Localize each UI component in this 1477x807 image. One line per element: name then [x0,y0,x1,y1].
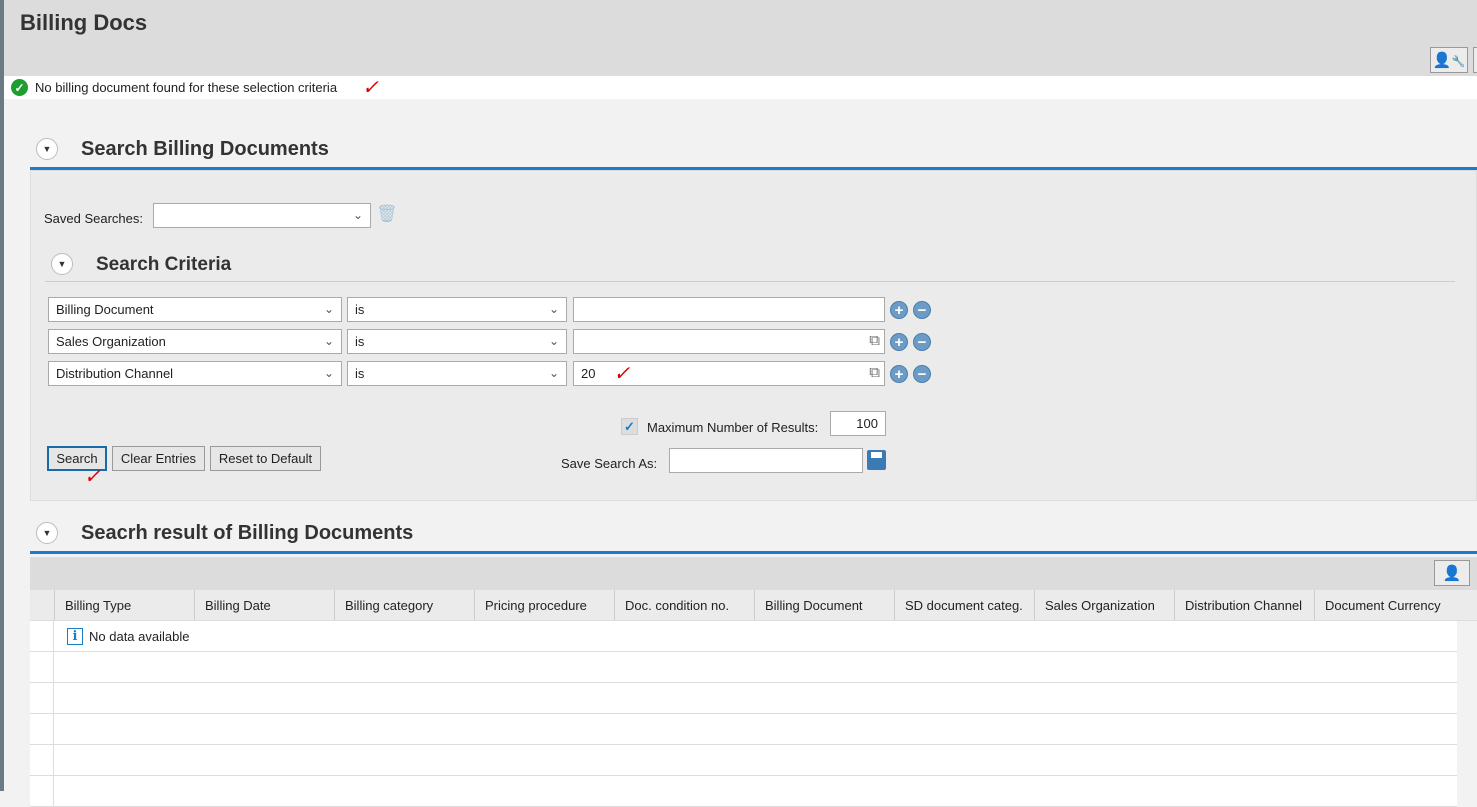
row-selector[interactable] [30,776,54,806]
value-help-icon[interactable]: ⧉ [869,332,880,349]
criteria-value-input[interactable] [573,297,885,322]
add-row-icon[interactable]: + [890,333,908,351]
max-results-checkbox[interactable]: ✓ [621,418,638,435]
value-text: 20 [581,366,596,381]
collapse-search-toggle[interactable]: ▼ [36,138,58,160]
table-row [30,683,1457,714]
criteria-divider [45,281,1455,282]
page-header [4,0,1477,76]
remove-row-icon[interactable]: − [913,301,931,319]
message-bar: ✓ No billing document found for these se… [4,76,1477,99]
save-search-input[interactable] [669,448,863,473]
row-selector[interactable] [30,621,54,651]
column-header[interactable]: Pricing procedure [474,590,614,620]
section-divider [30,551,1477,554]
value-help-icon[interactable]: ⧉ [869,364,880,381]
message-text: No billing document found for these sele… [35,80,338,95]
row-selector[interactable] [30,714,54,744]
chevron-down-icon: ⌄ [323,366,334,380]
field-value: Billing Document [56,302,154,317]
criteria-value-input[interactable]: ⧉ [573,329,885,354]
table-row: i No data available [30,621,1457,652]
empty-text: No data available [89,628,190,644]
table-header: Billing Type Billing Date Billing catego… [30,590,1477,621]
column-header[interactable]: Billing Date [194,590,334,620]
operator-value: is [355,302,365,317]
table-toolbar [30,557,1477,590]
field-value: Sales Organization [56,334,166,349]
criteria-field-select[interactable]: Billing Document ⌄ [48,297,342,322]
criteria-title: Search Criteria [96,254,232,275]
remove-row-icon[interactable]: − [913,365,931,383]
criteria-operator-select[interactable]: is ⌄ [347,361,567,386]
column-header[interactable]: Billing category [334,590,474,620]
chevron-down-icon: ⌄ [323,334,334,348]
column-header[interactable]: SD document categ. [894,590,1034,620]
chevron-down-icon: ⌄ [352,208,363,222]
clear-entries-button[interactable]: Clear Entries [112,446,205,471]
personalize-icon: 👤 [1442,565,1462,582]
success-icon: ✓ [11,79,28,96]
more-button[interactable] [1473,47,1477,73]
criteria-field-select[interactable]: Distribution Channel ⌄ [48,361,342,386]
criteria-value-input[interactable]: 20 ✓ ⧉ [573,361,885,386]
results-section-title: Seacrh result of Billing Documents [81,522,414,544]
operator-value: is [355,334,365,349]
annotation-check: ✓ [84,466,101,488]
window-edge [0,0,4,791]
remove-row-icon[interactable]: − [913,333,931,351]
table-row [30,776,1457,807]
annotation-check: ✓ [362,77,379,99]
column-header[interactable]: Billing Type [54,590,194,620]
table-settings-button[interactable]: 👤 [1434,560,1470,586]
table-row [30,714,1457,745]
chevron-down-icon: ⌄ [548,334,559,348]
annotation-check: ✓ [613,363,631,385]
collapse-criteria-toggle[interactable]: ▼ [51,253,73,275]
row-selector[interactable] [30,683,54,713]
table-row [30,745,1457,776]
chevron-down-icon: ⌄ [323,302,334,316]
save-search-label: Save Search As: [561,456,658,471]
save-icon[interactable] [867,450,886,470]
reset-default-button[interactable]: Reset to Default [210,446,321,471]
field-value: Distribution Channel [56,366,174,381]
trash-icon[interactable]: 🗑 [376,204,398,224]
column-header[interactable]: Sales Organization [1034,590,1174,620]
add-row-icon[interactable]: + [890,301,908,319]
empty-message: i No data available [54,621,189,651]
column-header[interactable]: Billing Document [754,590,894,620]
row-selector[interactable] [30,652,54,682]
column-header[interactable]: Distribution Channel [1174,590,1314,620]
saved-searches-select[interactable]: ⌄ [153,203,371,228]
criteria-operator-select[interactable]: is ⌄ [347,297,567,322]
max-results-input[interactable]: 100 [830,411,886,436]
info-icon: i [67,627,83,645]
search-section-title: Search Billing Documents [81,138,329,160]
column-header[interactable]: Doc. condition no. [614,590,754,620]
saved-searches-label: Saved Searches: [44,211,144,226]
personalize-button[interactable]: 👤🔧 [1430,47,1468,73]
column-header[interactable]: Document Currency [1314,590,1454,620]
add-row-icon[interactable]: + [890,365,908,383]
criteria-field-select[interactable]: Sales Organization ⌄ [48,329,342,354]
chevron-down-icon: ⌄ [548,302,559,316]
max-results-label: Maximum Number of Results: [647,420,819,435]
chevron-down-icon: ⌄ [548,366,559,380]
personalize-icon: 👤🔧 [1432,52,1466,69]
select-all-cell[interactable] [30,590,54,620]
collapse-results-toggle[interactable]: ▼ [36,522,58,544]
criteria-operator-select[interactable]: is ⌄ [347,329,567,354]
page-title: Billing Docs [20,10,148,35]
row-selector[interactable] [30,745,54,775]
table-row [30,652,1457,683]
operator-value: is [355,366,365,381]
